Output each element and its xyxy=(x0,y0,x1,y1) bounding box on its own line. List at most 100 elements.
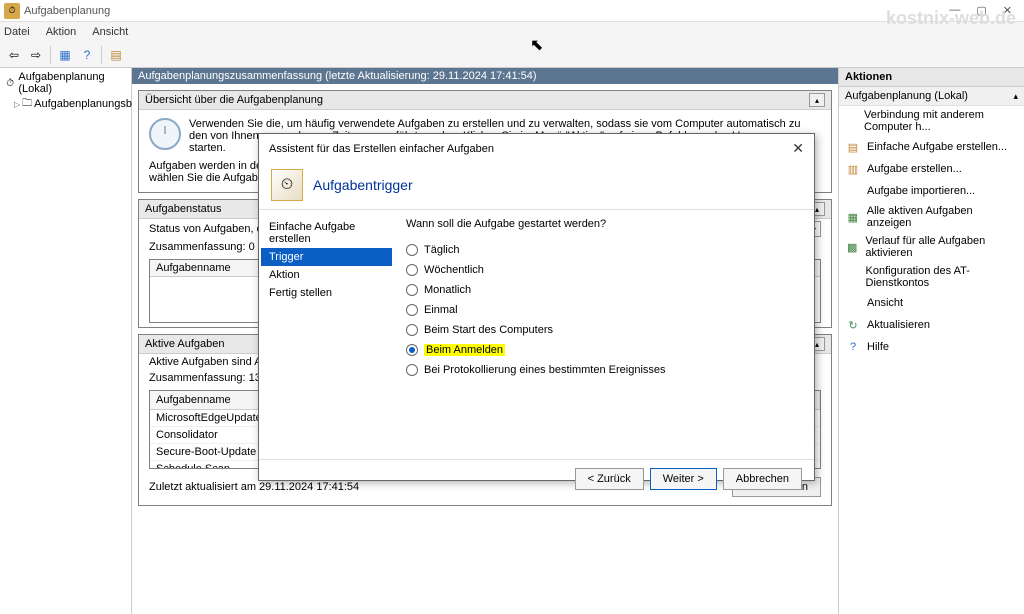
overview-text-2a: Aufgaben werden in de xyxy=(149,160,264,172)
action-label: Konfiguration des AT-Dienstkontos xyxy=(866,265,1018,289)
radio-label: Beim Anmelden xyxy=(424,344,505,356)
back-icon[interactable]: ⇦ xyxy=(4,45,24,65)
action-label: Hilfe xyxy=(867,341,889,353)
import-icon xyxy=(845,183,861,199)
toolbar-icon-2[interactable]: ▤ xyxy=(106,45,126,65)
task-icon: ▥ xyxy=(845,161,861,177)
option-monthly[interactable]: Monatlich xyxy=(406,280,802,300)
action-show-all[interactable]: ▦ Alle aktiven Aufgaben anzeigen xyxy=(839,202,1024,232)
view-icon xyxy=(845,295,861,311)
menu-view[interactable]: Ansicht xyxy=(92,26,128,38)
radio-label: Monatlich xyxy=(424,284,471,296)
radio-icon xyxy=(406,264,418,276)
option-startup[interactable]: Beim Start des Computers xyxy=(406,320,802,340)
radio-label: Einmal xyxy=(424,304,458,316)
radio-label: Bei Protokollierung eines bestimmten Ere… xyxy=(424,364,666,376)
option-logon[interactable]: Beim Anmelden xyxy=(406,340,802,360)
help-icon[interactable]: ? xyxy=(77,45,97,65)
action-refresh[interactable]: ↻ Aktualisieren xyxy=(839,314,1024,336)
action-label: Aufgabe importieren... xyxy=(867,185,975,197)
config-icon xyxy=(845,269,860,285)
menubar: Datei Aktion Ansicht xyxy=(0,22,1024,42)
menu-action[interactable]: Aktion xyxy=(46,26,77,38)
actions-panel: Aktionen Aufgabenplanung (Lokal) ▴ Verbi… xyxy=(838,68,1024,614)
action-at-config[interactable]: Konfiguration des AT-Dienstkontos xyxy=(839,262,1024,292)
history-icon: ▩ xyxy=(845,239,859,255)
radio-label: Wöchentlich xyxy=(424,264,484,276)
tree-root[interactable]: ⏱ Aufgabenplanung (Lokal) xyxy=(2,70,129,96)
option-weekly[interactable]: Wöchentlich xyxy=(406,260,802,280)
next-button[interactable]: Weiter > xyxy=(650,468,717,490)
back-button[interactable]: < Zurück xyxy=(575,468,644,490)
cancel-button[interactable]: Abbrechen xyxy=(723,468,802,490)
minimize-button[interactable]: — xyxy=(949,4,960,17)
action-help[interactable]: ? Hilfe xyxy=(839,336,1024,358)
action-enable-history[interactable]: ▩ Verlauf für alle Aufgaben aktivieren xyxy=(839,232,1024,262)
step-trigger[interactable]: Trigger xyxy=(261,248,392,266)
wizard-icon: ⏲ xyxy=(271,169,303,201)
radio-icon xyxy=(406,304,418,316)
action-label: Ansicht xyxy=(867,297,903,309)
toolbar-icon-1[interactable]: ▦ xyxy=(55,45,75,65)
tree-library[interactable]: ▷ 🗀 Aufgabenplanungsbibliot xyxy=(2,96,129,112)
status-title: Aufgabenstatus xyxy=(145,203,221,215)
action-view[interactable]: Ansicht xyxy=(839,292,1024,314)
radio-label: Beim Start des Computers xyxy=(424,324,553,336)
collapse-icon[interactable]: ▴ xyxy=(809,93,825,107)
task-icon: ▤ xyxy=(845,139,861,155)
refresh-icon: ↻ xyxy=(845,317,861,333)
tree-panel: ⏱ Aufgabenplanung (Lokal) ▷ 🗀 Aufgabenpl… xyxy=(0,68,132,614)
wizard-question: Wann soll die Aufgabe gestartet werden? xyxy=(406,218,802,230)
scheduler-icon: ⏱ xyxy=(4,76,16,90)
forward-icon[interactable]: ⇨ xyxy=(26,45,46,65)
action-create[interactable]: ▥ Aufgabe erstellen... xyxy=(839,158,1024,180)
action-connect[interactable]: Verbindung mit anderem Computer h... xyxy=(839,106,1024,136)
dialog-heading: Aufgabentrigger xyxy=(313,177,413,193)
option-event[interactable]: Bei Protokollierung eines bestimmten Ere… xyxy=(406,360,802,380)
wizard-steps: Einfache Aufgabe erstellen Trigger Aktio… xyxy=(259,210,394,459)
toolbar: ⇦ ⇨ ▦ ? ▤ xyxy=(0,42,1024,68)
actions-group: Aufgabenplanung (Lokal) xyxy=(845,90,968,102)
option-once[interactable]: Einmal xyxy=(406,300,802,320)
radio-icon xyxy=(406,364,418,376)
action-label: Einfache Aufgabe erstellen... xyxy=(867,141,1007,153)
step-finish[interactable]: Fertig stellen xyxy=(261,284,392,302)
wizard-dialog: Assistent für das Erstellen einfacher Au… xyxy=(258,133,815,481)
menu-file[interactable]: Datei xyxy=(4,26,30,38)
radio-icon xyxy=(406,324,418,336)
collapse-icon[interactable]: ▴ xyxy=(1013,91,1018,102)
window-titlebar: ⏱ Aufgabenplanung — ▢ ✕ xyxy=(0,0,1024,22)
dialog-title: Assistent für das Erstellen einfacher Au… xyxy=(269,143,494,155)
overview-title: Übersicht über die Aufgabenplanung xyxy=(145,94,323,106)
overview-text-2b: wählen Sie die Aufgabe xyxy=(149,172,264,184)
close-button[interactable]: ✕ xyxy=(1003,4,1012,17)
computer-icon xyxy=(845,113,858,129)
action-label: Verbindung mit anderem Computer h... xyxy=(864,109,1018,133)
action-label: Aufgabe erstellen... xyxy=(867,163,962,175)
step-create[interactable]: Einfache Aufgabe erstellen xyxy=(261,218,392,248)
radio-label: Täglich xyxy=(424,244,459,256)
clock-icon xyxy=(149,118,181,150)
radio-icon xyxy=(406,284,418,296)
action-label: Verlauf für alle Aufgaben aktivieren xyxy=(865,235,1018,259)
radio-icon xyxy=(406,244,418,256)
wizard-content: Wann soll die Aufgabe gestartet werden? … xyxy=(394,210,814,459)
window-title: Aufgabenplanung xyxy=(24,5,949,17)
summary-header: Aufgabenplanungszusammenfassung (letzte … xyxy=(132,68,838,84)
maximize-button[interactable]: ▢ xyxy=(976,4,986,17)
action-label: Aktualisieren xyxy=(867,319,930,331)
list-icon: ▦ xyxy=(845,209,861,225)
radio-icon xyxy=(406,344,418,356)
folder-icon: 🗀 xyxy=(22,97,32,111)
option-daily[interactable]: Täglich xyxy=(406,240,802,260)
tree-root-label: Aufgabenplanung (Lokal) xyxy=(18,71,127,95)
chevron-right-icon: ▷ xyxy=(14,100,20,109)
app-icon: ⏱ xyxy=(4,3,20,19)
close-icon[interactable]: ✕ xyxy=(792,140,804,157)
actions-title: Aktionen xyxy=(839,68,1024,87)
action-create-basic[interactable]: ▤ Einfache Aufgabe erstellen... xyxy=(839,136,1024,158)
action-label: Alle aktiven Aufgaben anzeigen xyxy=(867,205,1018,229)
help-icon: ? xyxy=(845,339,861,355)
step-action[interactable]: Aktion xyxy=(261,266,392,284)
action-import[interactable]: Aufgabe importieren... xyxy=(839,180,1024,202)
